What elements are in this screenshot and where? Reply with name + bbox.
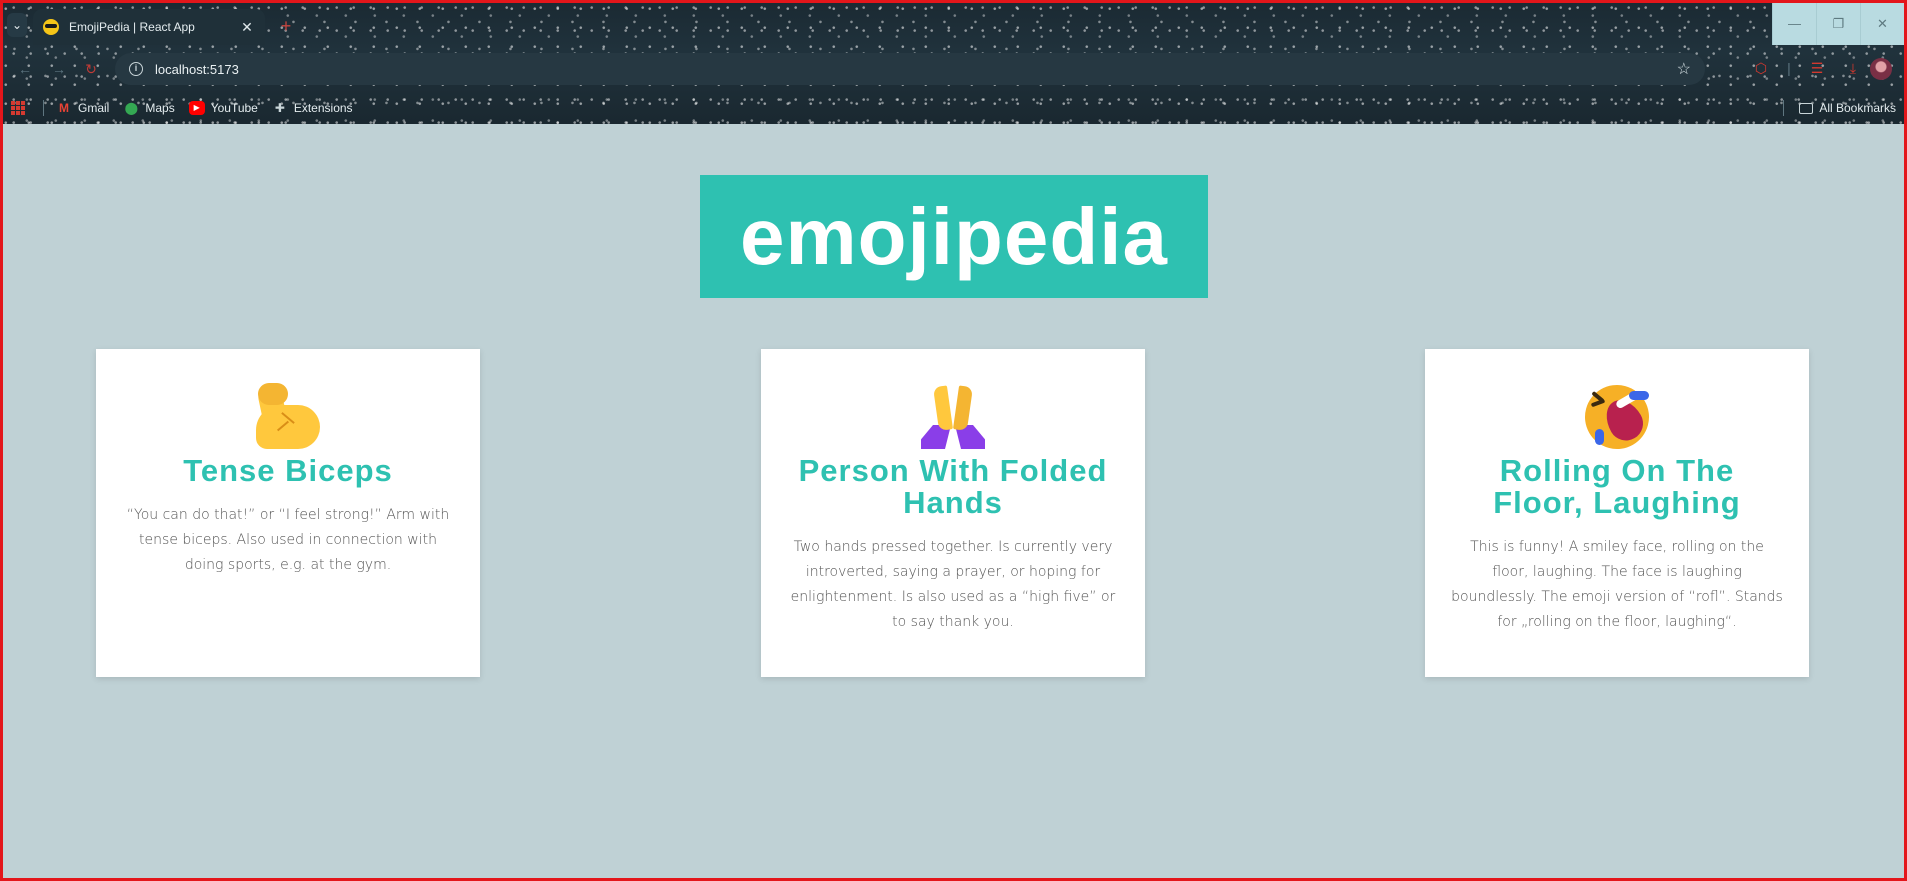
bookmark-youtube[interactable]: ▶ YouTube xyxy=(188,101,258,115)
tab-close-icon[interactable]: ✕ xyxy=(239,19,255,36)
card-description: Two hands pressed together. Is currently… xyxy=(790,539,1116,630)
profile-avatar[interactable] xyxy=(1870,58,1892,80)
rofl-icon xyxy=(1573,373,1661,461)
address-bar[interactable]: i localhost:5173 ☆ xyxy=(115,53,1705,85)
bookmark-maps[interactable]: ⬤ Maps xyxy=(123,101,175,115)
url-text[interactable]: localhost:5173 xyxy=(155,62,1677,77)
card-title: Tense Biceps xyxy=(183,453,393,488)
card-description: “You can do that!” or “I feel strong!” A… xyxy=(126,507,450,573)
new-tab-button[interactable]: + xyxy=(275,15,297,37)
close-window-button[interactable]: ✕ xyxy=(1860,3,1904,45)
restore-button[interactable]: ❐ xyxy=(1816,3,1860,45)
bookmark-label: YouTube xyxy=(210,101,258,115)
flexed-biceps-icon xyxy=(256,382,320,449)
gmail-icon: M xyxy=(59,101,69,115)
folded-hands-icon xyxy=(921,385,985,449)
youtube-icon: ▶ xyxy=(188,101,205,115)
back-arrow-icon[interactable]: ← xyxy=(13,57,37,81)
extension-puzzle-icon[interactable]: ⬡ xyxy=(1750,57,1772,79)
reading-list-icon[interactable]: ☰ xyxy=(1806,57,1828,79)
card-title: Rolling On The Floor, Laughing xyxy=(1493,453,1741,520)
extension-icons: ⬡ | ☰ ⤓ xyxy=(1750,57,1864,79)
folder-icon xyxy=(1799,102,1814,114)
tab-search-chevron-icon[interactable]: ⌄ xyxy=(7,13,27,37)
sunglasses-face-favicon-icon xyxy=(43,19,59,35)
emoji-card-tense-biceps: Tense Biceps “You can do that!” or “I fe… xyxy=(96,349,480,677)
tab-strip: ⌄ EmojiPedia | React App ✕ + — ❐ ✕ xyxy=(3,3,1904,45)
bookmark-label: Extensions xyxy=(293,101,353,115)
bookmark-extensions[interactable]: ✚ Extensions xyxy=(272,101,353,115)
site-info-icon[interactable]: i xyxy=(129,62,143,76)
forward-arrow-icon[interactable]: → xyxy=(47,57,71,81)
bookmark-label: Gmail xyxy=(78,101,110,115)
page-title: emojipedia xyxy=(740,191,1168,281)
browser-tab-active[interactable]: EmojiPedia | React App ✕ xyxy=(33,9,265,45)
page-title-banner: emojipedia xyxy=(700,175,1208,298)
bookmark-label: Maps xyxy=(145,101,175,115)
emoji-card-folded-hands: Person With Folded Hands Two hands press… xyxy=(761,349,1145,677)
emoji-card-rofl: Rolling On The Floor, Laughing This is f… xyxy=(1425,349,1809,677)
card-description: This is funny! A smiley face, rolling on… xyxy=(1451,539,1783,630)
browser-chrome: ⌄ EmojiPedia | React App ✕ + — ❐ ✕ ← → ↻… xyxy=(3,3,1904,124)
reload-icon[interactable]: ↻ xyxy=(79,57,103,81)
minimize-button[interactable]: — xyxy=(1772,3,1816,45)
all-bookmarks-label: All Bookmarks xyxy=(1819,101,1896,115)
bookmark-star-icon[interactable]: ☆ xyxy=(1677,59,1691,79)
download-icon[interactable]: ⤓ xyxy=(1842,57,1864,79)
card-title: Person With Folded Hands xyxy=(798,453,1108,520)
tab-title: EmojiPedia | React App xyxy=(69,20,195,34)
maps-pin-icon: ⬤ xyxy=(124,101,139,115)
window-controls: — ❐ ✕ xyxy=(1772,3,1904,45)
bookmarks-divider-right xyxy=(1783,100,1784,116)
all-bookmarks-button[interactable]: All Bookmarks xyxy=(1799,95,1896,121)
puzzle-icon: ✚ xyxy=(274,101,285,115)
browser-toolbar: ← → ↻ i localhost:5173 ☆ ⬡ | ☰ ⤓ xyxy=(3,49,1904,89)
toolbar-divider: | xyxy=(1787,60,1791,76)
bookmark-gmail[interactable]: M Gmail xyxy=(56,101,109,115)
apps-grid-icon[interactable] xyxy=(11,101,25,115)
bookmarks-divider xyxy=(43,100,44,116)
bookmarks-bar: M Gmail ⬤ Maps ▶ YouTube ✚ Extensions Al… xyxy=(3,95,1904,121)
